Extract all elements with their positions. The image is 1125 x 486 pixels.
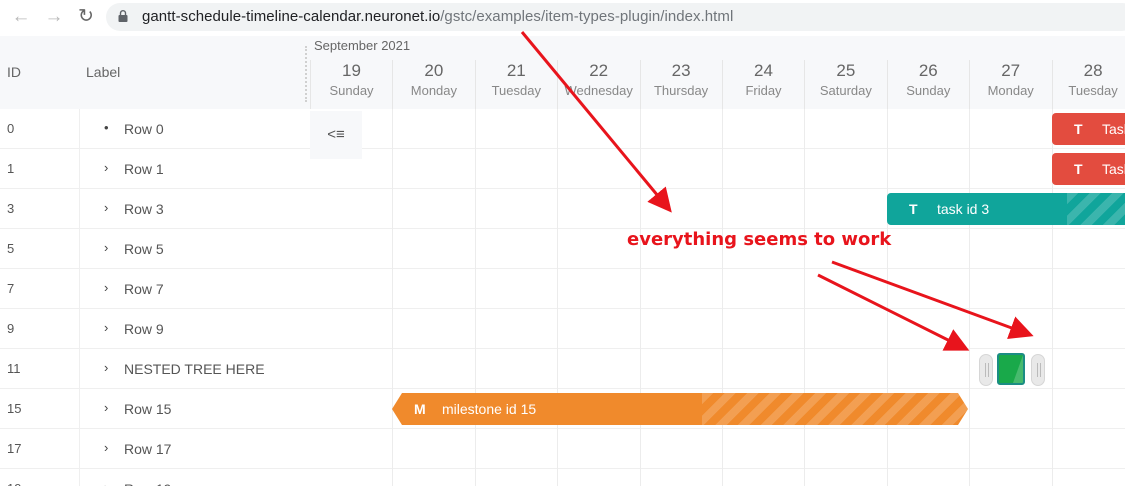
annotation-arrows xyxy=(520,31,1034,351)
annotation-arrow xyxy=(817,273,970,351)
annotation-arrow xyxy=(520,31,672,213)
